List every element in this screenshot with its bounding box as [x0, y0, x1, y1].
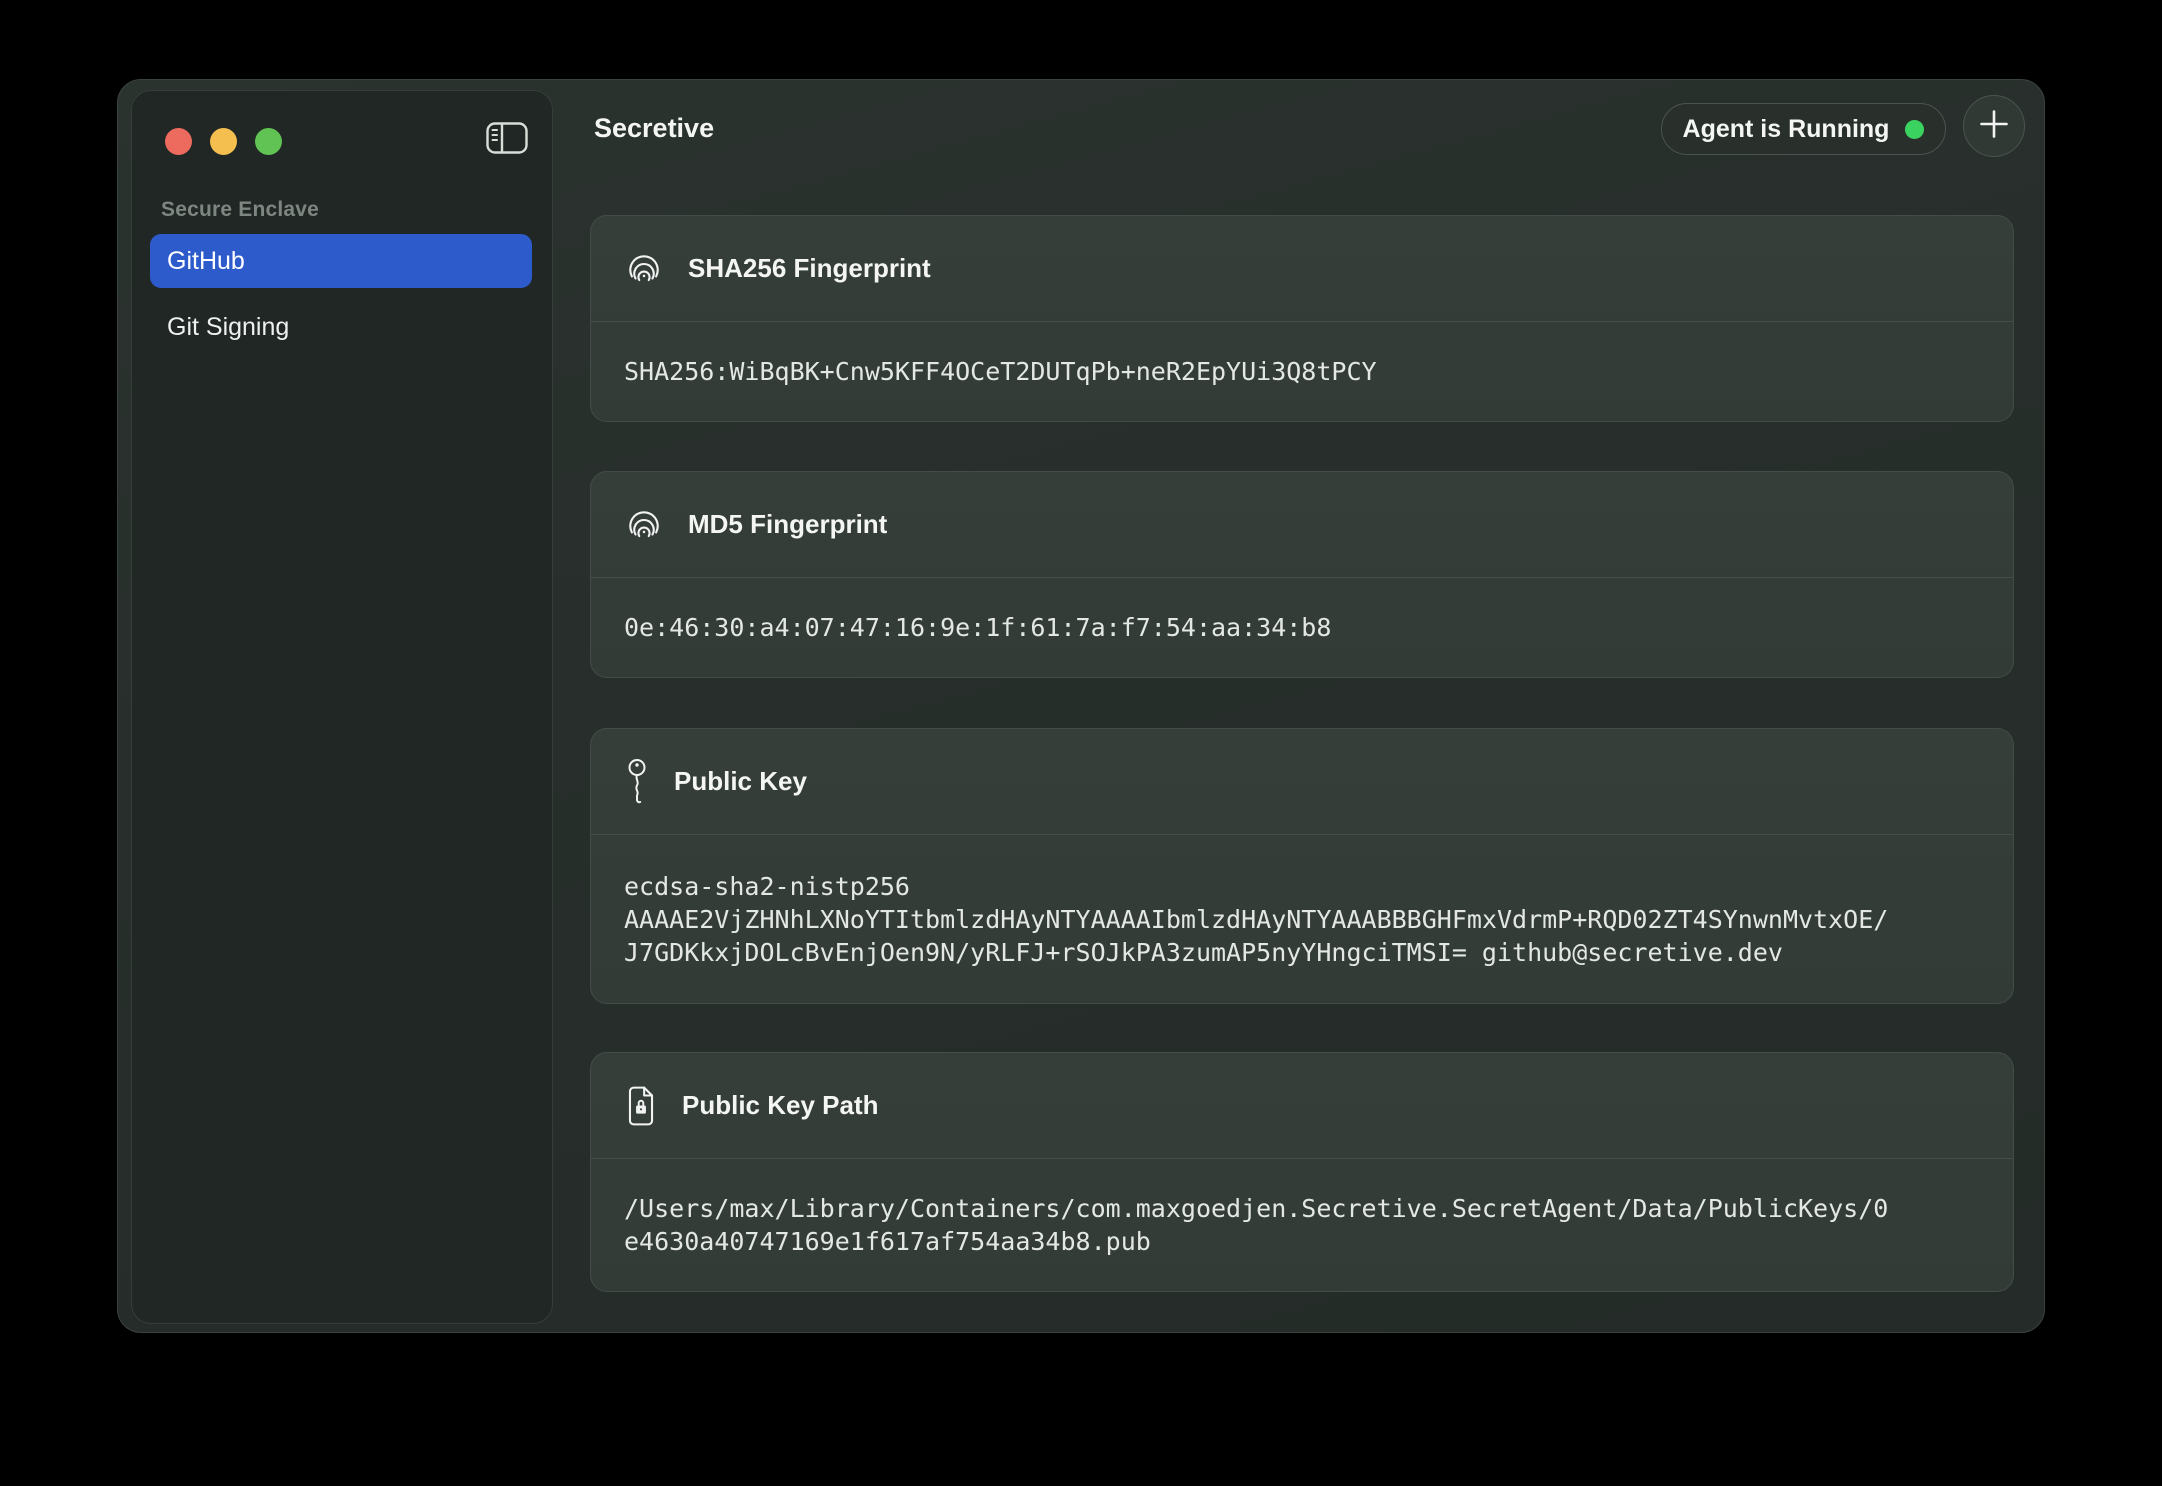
sidebar-item-github[interactable]: GitHub [150, 234, 532, 288]
fingerprint-icon [625, 506, 663, 544]
plus-icon [1977, 107, 2011, 146]
agent-status-label: Agent is Running [1683, 115, 1890, 144]
agent-running-dot-icon [1905, 120, 1924, 139]
sha256-fingerprint-value: SHA256:WiBqBK+Cnw5KFF4OCeT2DUTqPb+neR2Ep… [624, 355, 1894, 388]
page-title: Secretive [594, 113, 714, 144]
sidebar-item-git-signing[interactable]: Git Signing [150, 300, 532, 354]
sidebar-toggle-icon [486, 122, 528, 159]
sidebar-item-label: GitHub [167, 247, 245, 276]
card-header: MD5 Fingerprint [591, 472, 2013, 578]
card-value-area: SHA256:WiBqBK+Cnw5KFF4OCeT2DUTqPb+neR2Ep… [591, 322, 2013, 421]
public-key-path-value: /Users/max/Library/Containers/com.maxgoe… [624, 1192, 1894, 1258]
app-window: Secure Enclave GitHub Git Signing Secret… [117, 79, 2045, 1333]
sidebar-item-label: Git Signing [167, 313, 289, 342]
minimize-button[interactable] [210, 128, 237, 155]
card-title: SHA256 Fingerprint [688, 253, 931, 284]
card-title: Public Key [674, 766, 807, 797]
add-key-button[interactable] [1963, 95, 2025, 157]
card-value-area: ecdsa-sha2-nistp256 AAAAE2VjZHNhLXNoYTIt… [591, 835, 2013, 1003]
sidebar-section-label: Secure Enclave [161, 198, 319, 222]
md5-fingerprint-value: 0e:46:30:a4:07:47:16:9e:1f:61:7a:f7:54:a… [624, 611, 1894, 644]
public-key-path-card: Public Key Path /Users/max/Library/Conta… [590, 1052, 2014, 1292]
card-header: SHA256 Fingerprint [591, 216, 2013, 322]
key-icon [625, 758, 649, 806]
public-key-card: Public Key ecdsa-sha2-nistp256 AAAAE2VjZ… [590, 728, 2014, 1004]
card-header: Public Key [591, 729, 2013, 835]
card-value-area: /Users/max/Library/Containers/com.maxgoe… [591, 1159, 2013, 1291]
card-title: MD5 Fingerprint [688, 509, 887, 540]
sidebar: Secure Enclave GitHub Git Signing [131, 90, 553, 1324]
zoom-button[interactable] [255, 128, 282, 155]
public-key-value: ecdsa-sha2-nistp256 AAAAE2VjZHNhLXNoYTIt… [624, 870, 1894, 969]
agent-status-badge[interactable]: Agent is Running [1661, 103, 1946, 155]
md5-fingerprint-card: MD5 Fingerprint 0e:46:30:a4:07:47:16:9e:… [590, 471, 2014, 678]
close-button[interactable] [165, 128, 192, 155]
fingerprint-icon [625, 250, 663, 288]
card-value-area: 0e:46:30:a4:07:47:16:9e:1f:61:7a:f7:54:a… [591, 578, 2013, 677]
doc-lock-icon [625, 1085, 657, 1127]
card-title: Public Key Path [682, 1090, 879, 1121]
toggle-sidebar-button[interactable] [486, 122, 528, 158]
sha256-fingerprint-card: SHA256 Fingerprint SHA256:WiBqBK+Cnw5KFF… [590, 215, 2014, 422]
card-header: Public Key Path [591, 1053, 2013, 1159]
